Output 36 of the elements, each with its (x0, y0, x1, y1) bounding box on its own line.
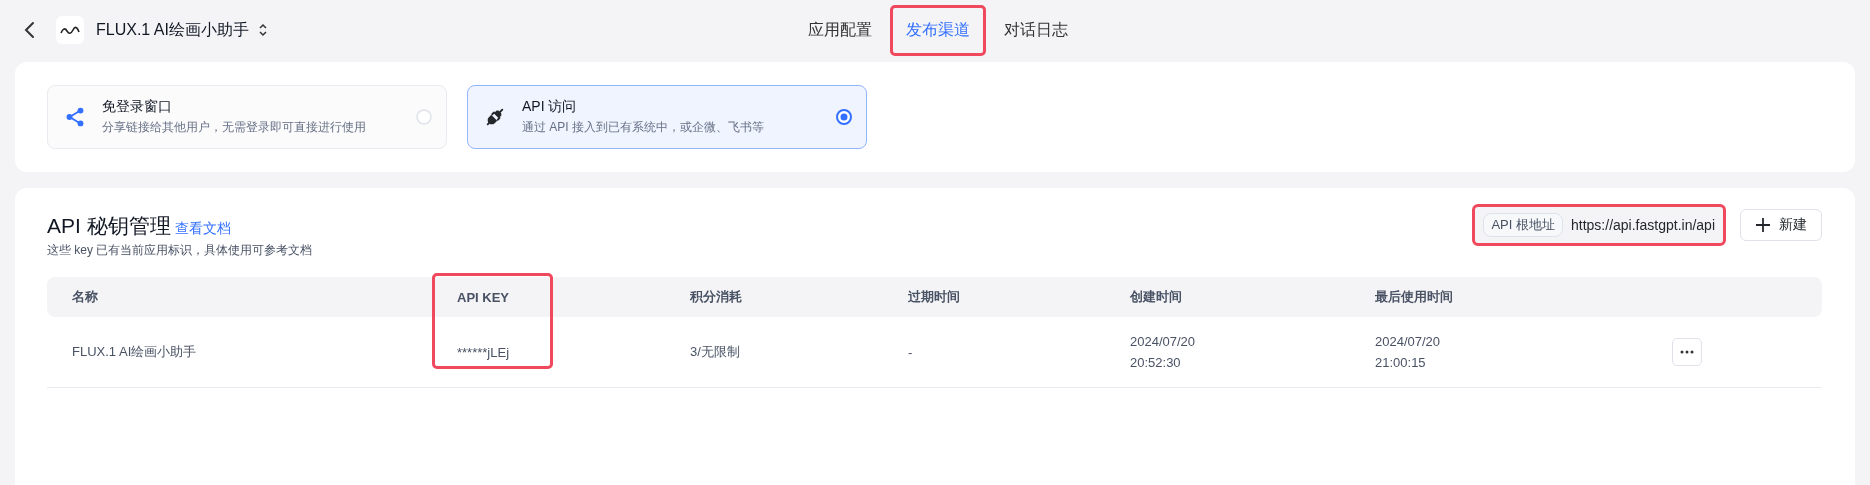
app-logo-icon (56, 16, 84, 44)
table-cell-text: ******jLEj (457, 344, 511, 360)
section-title: API 秘钥管理 (47, 213, 171, 239)
new-button[interactable]: 新建 (1740, 209, 1822, 241)
more-icon (1680, 350, 1694, 354)
tab[interactable]: 应用配置 (792, 4, 888, 56)
channel-title: API 访问 (522, 98, 578, 116)
column-header: 最后使用时间 (1375, 288, 1454, 306)
channel-description: 分享链接给其他用户，无需登录即可直接进行使用 (102, 119, 367, 136)
channel-option[interactable]: 免登录窗口 分享链接给其他用户，无需登录即可直接进行使用 (47, 85, 447, 149)
api-base-url: https://api.fastgpt.in/api (1571, 217, 1715, 233)
channel-description: 通过 API 接入到已有系统中，或企微、飞书等 (522, 119, 765, 136)
section-subtitle: 这些 key 已有当前应用标识，具体使用可参考文档 (47, 242, 314, 259)
table-cell-text: FLUX.1 AI绘画小助手 (72, 343, 198, 361)
docs-link[interactable]: 查看文档 (174, 220, 231, 238)
share-icon (64, 106, 86, 128)
table-cell-text: - (908, 344, 914, 360)
app-title: FLUX.1 AI绘画小助手 (96, 19, 249, 40)
tab[interactable]: 对话日志 (988, 4, 1084, 56)
switch-icon[interactable] (256, 23, 269, 37)
table-cell-text: 3/无限制 (690, 343, 741, 361)
plus-icon (1755, 217, 1771, 233)
column-header: 名称 (72, 288, 99, 306)
column-header: API KEY (457, 289, 510, 305)
channel-title: 免登录窗口 (102, 98, 173, 116)
column-header: 过期时间 (908, 288, 961, 306)
radio-button[interactable] (836, 109, 852, 125)
channel-option[interactable]: API 访问 通过 API 接入到已有系统中，或企微、飞书等 (467, 85, 867, 149)
api-base-label: API 根地址 (1483, 213, 1563, 237)
table-cell-text: 2024/07/20 21:00:15 (1375, 334, 1442, 370)
more-button[interactable] (1672, 338, 1702, 366)
column-header: 积分消耗 (690, 288, 743, 306)
table-cell-text: 2024/07/20 20:52:30 (1130, 334, 1197, 370)
tab[interactable]: 发布渠道 (890, 4, 986, 56)
plug-icon (484, 106, 506, 128)
column-header: 创建时间 (1130, 288, 1183, 306)
